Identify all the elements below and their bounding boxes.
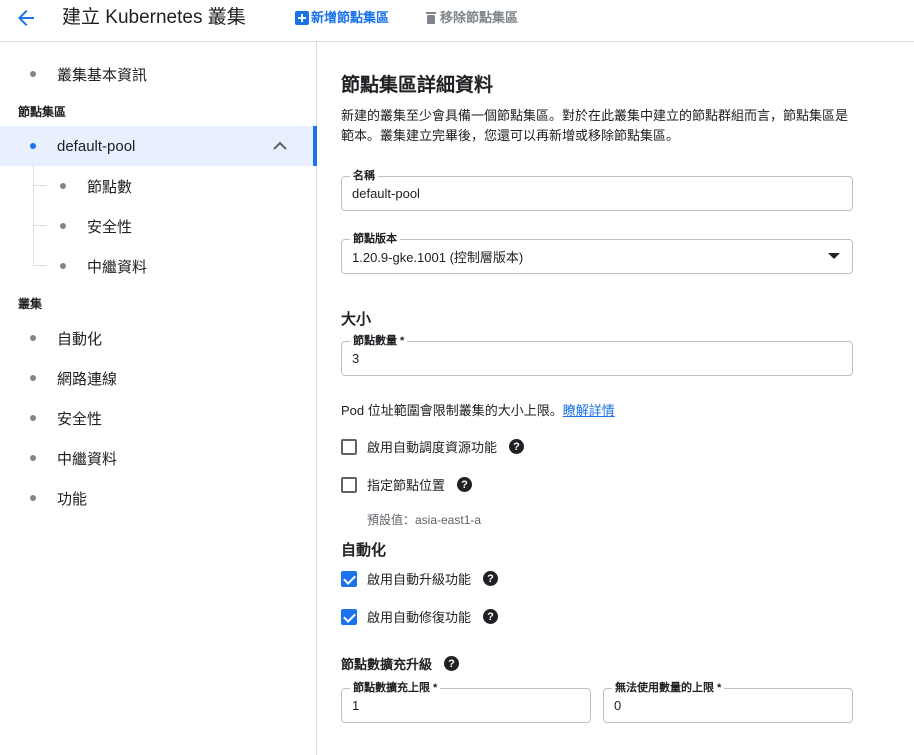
main-content: 節點集區詳細資料 新建的叢集至少會具備一個節點集區。對於在此叢集中建立的節點群組… bbox=[341, 42, 914, 755]
sidebar-item-cluster-metadata[interactable]: 中繼資料 bbox=[0, 438, 316, 478]
page-section-title: 節點集區詳細資料 bbox=[341, 75, 494, 96]
help-icon[interactable]: ? bbox=[509, 439, 525, 454]
node-count-field[interactable]: 節點數量 * 3 bbox=[341, 334, 853, 376]
sidebar-item-label: 節點數 bbox=[87, 178, 133, 196]
node-version-select[interactable]: 節點版本 1.20.9-gke.1001 (控制層版本) bbox=[341, 232, 853, 274]
sidebar-item-label: 叢集基本資訊 bbox=[57, 66, 148, 84]
auto-upgrade-label: 啟用自動升級功能 bbox=[367, 572, 472, 587]
size-section-title: 大小 bbox=[341, 311, 372, 328]
auto-repair-label: 啟用自動修復功能 bbox=[367, 610, 472, 625]
sidebar-item-pool-metadata[interactable]: 中繼資料 bbox=[0, 246, 316, 286]
autoscaling-row: 啟用自動調度資源功能 ? bbox=[341, 437, 525, 456]
sidebar-item-automation[interactable]: 自動化 bbox=[0, 318, 316, 358]
automation-section-title: 自動化 bbox=[341, 542, 387, 559]
bullet-icon bbox=[30, 455, 36, 461]
sidebar-item-default-pool[interactable]: default-pool bbox=[0, 126, 317, 166]
bullet-icon bbox=[30, 495, 36, 501]
sidebar-nav: 叢集基本資訊 節點集區 default-pool 節點數 安全性 中繼資料 叢集… bbox=[0, 42, 317, 755]
autoscaling-label: 啟用自動調度資源功能 bbox=[367, 440, 498, 455]
surge-section-title: 節點數擴充升級 bbox=[341, 657, 433, 672]
chevron-up-icon[interactable] bbox=[271, 137, 289, 155]
sidebar-item-cluster-security[interactable]: 安全性 bbox=[0, 398, 316, 438]
max-unavailable-value: 0 bbox=[614, 698, 622, 713]
help-icon[interactable]: ? bbox=[483, 571, 499, 586]
add-box-icon bbox=[295, 11, 309, 25]
default-location-note: 預設值：asia-east1-a bbox=[367, 513, 482, 527]
help-icon[interactable]: ? bbox=[457, 477, 473, 492]
max-unavailable-label: 無法使用數量的上限 * bbox=[612, 681, 725, 695]
node-count-value: 3 bbox=[352, 351, 360, 366]
dropdown-arrow-icon bbox=[828, 253, 840, 259]
max-surge-value: 1 bbox=[352, 698, 360, 713]
section-label-cluster: 叢集 bbox=[18, 297, 43, 311]
max-surge-label: 節點數擴充上限 * bbox=[350, 681, 441, 695]
sidebar-item-features[interactable]: 功能 bbox=[0, 478, 316, 518]
name-field[interactable]: 名稱 default-pool bbox=[341, 169, 853, 211]
bullet-icon bbox=[30, 335, 36, 341]
name-field-value: default-pool bbox=[352, 186, 420, 201]
autoscaling-checkbox[interactable] bbox=[341, 438, 357, 455]
sidebar-item-pool-security[interactable]: 安全性 bbox=[0, 206, 316, 246]
auto-upgrade-row: 啟用自動升級功能 ? bbox=[341, 569, 499, 588]
sidebar-item-label: 安全性 bbox=[57, 410, 103, 428]
sidebar-item-label: 功能 bbox=[57, 490, 88, 508]
auto-upgrade-checkbox[interactable] bbox=[341, 570, 357, 587]
max-surge-field[interactable]: 節點數擴充上限 * 1 bbox=[341, 681, 591, 723]
sidebar-item-node-count[interactable]: 節點數 bbox=[0, 166, 316, 206]
node-version-value: 1.20.9-gke.1001 (控制層版本) bbox=[352, 250, 524, 265]
bullet-icon bbox=[60, 183, 66, 189]
pod-range-note-text: Pod 位址範圍會限制叢集的大小上限。 bbox=[341, 403, 563, 418]
bullet-icon bbox=[30, 375, 36, 381]
section-label-node-pools: 節點集區 bbox=[18, 105, 67, 119]
remove-node-pool-label: 移除節點集區 bbox=[440, 10, 519, 25]
section-description: 新建的叢集至少會具備一個節點集區。對於在此叢集中建立的節點群組而言，節點集區是範… bbox=[341, 108, 849, 143]
top-header: 建立 Kubernetes 叢集 新增節點集區 移除節點集區 bbox=[0, 0, 914, 42]
sidebar-item-label: 自動化 bbox=[57, 330, 103, 348]
sidebar-item-label: 中繼資料 bbox=[57, 450, 118, 468]
sidebar-item-label: default-pool bbox=[57, 137, 136, 155]
sidebar-item-label: 中繼資料 bbox=[87, 258, 148, 276]
learn-more-link[interactable]: 瞭解詳情 bbox=[563, 403, 615, 418]
bullet-icon bbox=[60, 263, 66, 269]
remove-node-pool-button[interactable]: 移除節點集區 bbox=[424, 9, 518, 27]
help-icon[interactable]: ? bbox=[444, 656, 460, 671]
node-locations-row: 指定節點位置 ? bbox=[341, 475, 473, 494]
sidebar-item-cluster-basics[interactable]: 叢集基本資訊 bbox=[0, 54, 316, 94]
trash-icon bbox=[426, 12, 436, 24]
bullet-icon bbox=[60, 223, 66, 229]
add-node-pool-label: 新增節點集區 bbox=[311, 10, 390, 25]
pod-range-note: Pod 位址範圍會限制叢集的大小上限。瞭解詳情 bbox=[341, 400, 615, 419]
page-title: 建立 Kubernetes 叢集 bbox=[62, 7, 246, 28]
sidebar-item-label: 安全性 bbox=[87, 218, 133, 236]
help-icon[interactable]: ? bbox=[483, 609, 499, 624]
max-unavailable-field[interactable]: 無法使用數量的上限 * 0 bbox=[603, 681, 853, 723]
bullet-icon bbox=[30, 71, 36, 77]
add-node-pool-button[interactable]: 新增節點集區 bbox=[295, 9, 389, 27]
surge-title-row: 節點數擴充升級 ? bbox=[341, 654, 460, 673]
node-locations-checkbox[interactable] bbox=[341, 476, 357, 493]
auto-repair-row: 啟用自動修復功能 ? bbox=[341, 607, 499, 626]
auto-repair-checkbox[interactable] bbox=[341, 608, 357, 625]
sidebar-item-label: 網路連線 bbox=[57, 370, 118, 388]
sidebar-item-networking[interactable]: 網路連線 bbox=[0, 358, 316, 398]
node-locations-label: 指定節點位置 bbox=[367, 478, 446, 493]
bullet-icon bbox=[30, 143, 36, 149]
bullet-icon bbox=[30, 415, 36, 421]
back-arrow-icon[interactable] bbox=[14, 6, 38, 30]
